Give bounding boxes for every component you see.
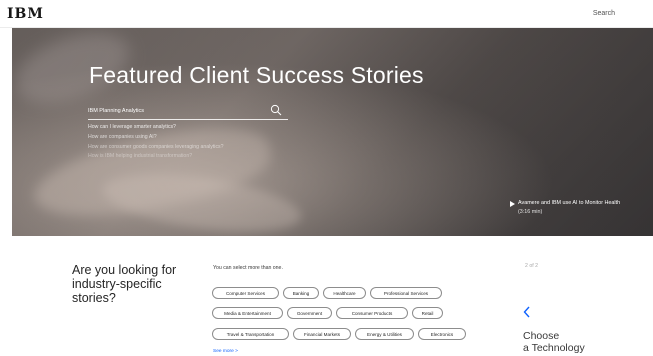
chip-government[interactable]: Government bbox=[287, 307, 332, 319]
chip-computer-services[interactable]: Computer Services bbox=[212, 287, 279, 299]
industry-heading-line: Are you looking for bbox=[72, 263, 177, 277]
chip-healthcare[interactable]: Healthcare bbox=[323, 287, 366, 299]
chip-professional-services[interactable]: Professional Services bbox=[370, 287, 442, 299]
chip-retail[interactable]: Retail bbox=[412, 307, 443, 319]
choose-technology-heading: Choose a Technology bbox=[523, 330, 585, 354]
choose-line: Choose bbox=[523, 330, 560, 342]
top-nav: IBM Search bbox=[0, 0, 653, 28]
play-icon bbox=[510, 201, 515, 207]
search-suggestion[interactable]: How can I leverage smarter analytics? bbox=[88, 124, 176, 130]
search-suggestion[interactable]: How are consumer goods companies leverag… bbox=[88, 144, 224, 150]
hero-search-input[interactable]: IBM Planning Analytics bbox=[88, 104, 288, 120]
industry-heading: Are you looking for industry-specific st… bbox=[72, 263, 176, 305]
industry-heading-line: industry-specific bbox=[72, 277, 162, 291]
chip-consumer-products[interactable]: Consumer Products bbox=[336, 307, 408, 319]
search-suggestion[interactable]: How is IBM helping industrial transforma… bbox=[88, 153, 192, 159]
chip-energy-utilities[interactable]: Energy & Utilities bbox=[355, 328, 414, 340]
search-suggestion[interactable]: How are companies using AI? bbox=[88, 134, 157, 140]
ibm-logo[interactable]: IBM bbox=[7, 6, 44, 22]
chip-travel-transportation[interactable]: Travel & Transportation bbox=[212, 328, 289, 340]
choose-line: a Technology bbox=[523, 342, 585, 354]
chevron-left-icon[interactable] bbox=[523, 306, 531, 318]
chip-financial-markets[interactable]: Financial Markets bbox=[293, 328, 351, 340]
industry-heading-line: stories? bbox=[72, 291, 116, 305]
video-duration: (3:16 min) bbox=[518, 209, 543, 215]
chip-banking[interactable]: Banking bbox=[283, 287, 319, 299]
helper-text: You can select more than one. bbox=[213, 265, 283, 271]
nav-search-link[interactable]: Search bbox=[593, 10, 615, 17]
see-more-link[interactable]: See more > bbox=[213, 349, 238, 354]
search-icon[interactable] bbox=[270, 104, 282, 116]
video-title: Avamere and IBM use AI to Monitor Health bbox=[518, 200, 621, 206]
pager-indicator: 2 of 2 bbox=[525, 263, 538, 269]
chip-electronics[interactable]: Electronics bbox=[418, 328, 466, 340]
chip-media-entertainment[interactable]: Media & Entertainment bbox=[212, 307, 283, 319]
hero-banner: Featured Client Success Stories IBM Plan… bbox=[12, 28, 653, 236]
search-input-value[interactable]: IBM Planning Analytics bbox=[88, 108, 144, 114]
hero-title: Featured Client Success Stories bbox=[89, 62, 424, 88]
